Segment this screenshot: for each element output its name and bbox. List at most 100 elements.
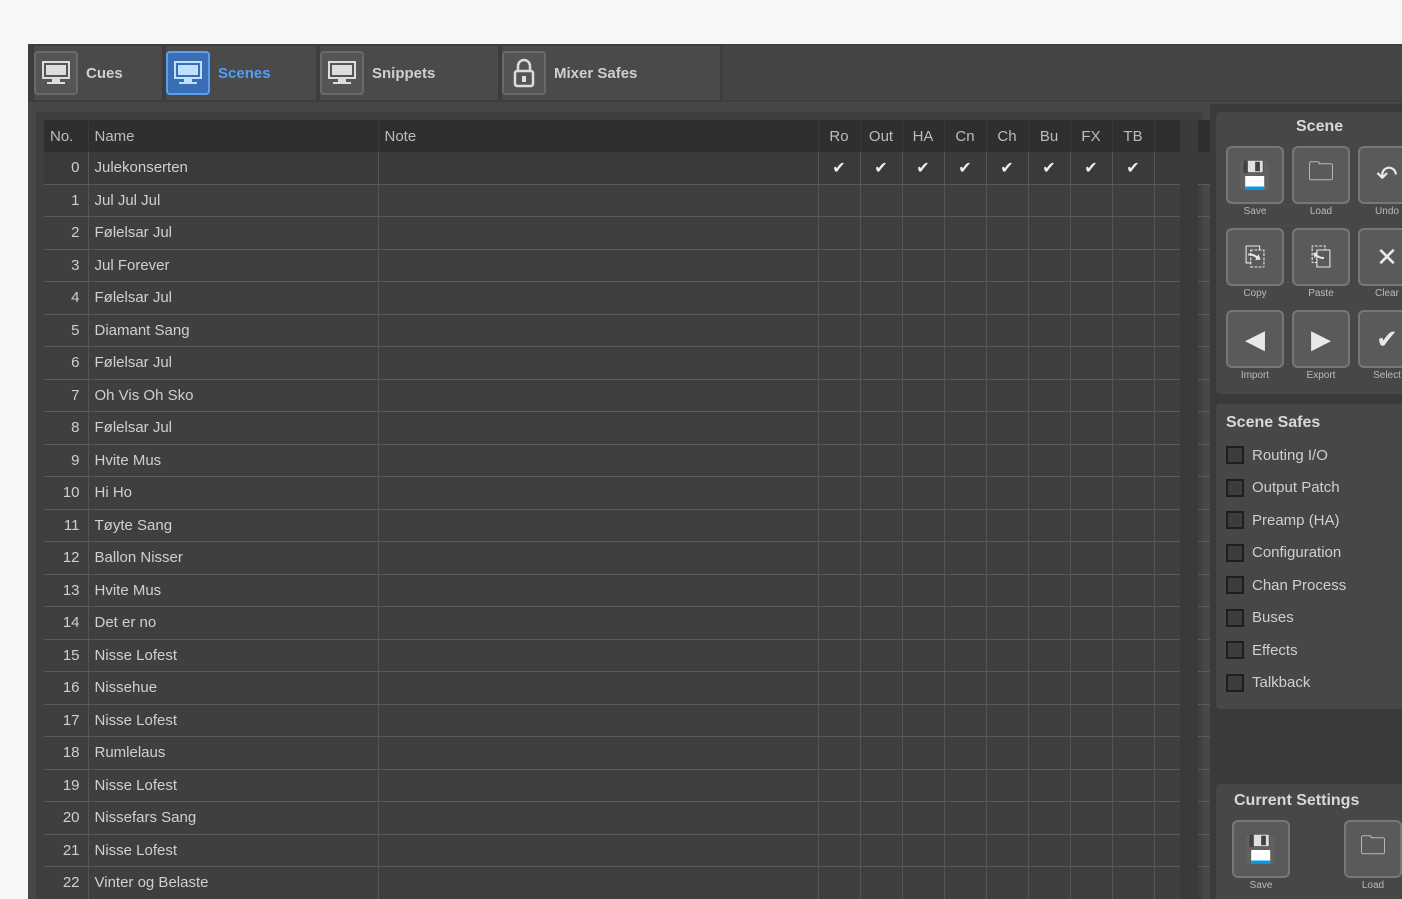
scene-note[interactable] (378, 411, 819, 445)
safe-checkbox[interactable] (1226, 608, 1244, 627)
scene-flag-cell[interactable] (860, 411, 903, 445)
scene-flag-cell[interactable] (902, 866, 945, 899)
scene-flag-cell[interactable] (818, 606, 861, 640)
scene-flag-cell[interactable] (1070, 574, 1113, 607)
scene-flag-cell[interactable] (1070, 509, 1113, 542)
scene-flag-cell[interactable] (1112, 379, 1155, 412)
scene-flag-cell[interactable] (1070, 184, 1113, 217)
scene-name[interactable]: Nissefars Sang (88, 801, 379, 835)
current-settings-save-button[interactable]: 💾 (1232, 820, 1290, 878)
scene-flag-cell[interactable] (1028, 184, 1071, 217)
scene-note[interactable] (378, 736, 819, 770)
safe-checkbox[interactable] (1226, 446, 1244, 464)
scene-flag-cell[interactable] (1070, 281, 1113, 315)
scene-flag-cell[interactable] (944, 281, 987, 315)
column-header-name[interactable]: Name (88, 120, 379, 152)
scene-flag-cell[interactable] (1070, 476, 1113, 510)
scene-flag-cell[interactable] (944, 379, 987, 412)
table-row[interactable]: 4 Følelsar Jul (44, 281, 1221, 315)
safe-checkbox[interactable] (1226, 641, 1244, 659)
scene-flag-cell[interactable] (818, 769, 861, 802)
scene-flag-cell[interactable] (1028, 606, 1071, 640)
scene-name[interactable]: Nisse Lofest (88, 834, 379, 867)
scene-flag-cell[interactable] (818, 866, 861, 899)
scene-flag-cell[interactable] (944, 541, 987, 575)
scene-flag-cell[interactable] (944, 866, 987, 899)
scene-flag-cell[interactable] (860, 639, 903, 672)
scene-flag-cell[interactable] (986, 541, 1029, 575)
scene-name[interactable]: Følelsar Jul (88, 281, 379, 315)
scene-flag-cell[interactable] (860, 606, 903, 640)
scene-flag-cell[interactable] (986, 834, 1029, 867)
save-scene-button[interactable]: 💾 (1226, 146, 1284, 204)
scene-flag-cell[interactable] (818, 379, 861, 412)
scene-flag-cell[interactable] (986, 281, 1029, 315)
scene-name[interactable]: Julekonserten (88, 152, 379, 185)
scene-safe-option[interactable]: Preamp (HA) (1226, 511, 1340, 529)
scene-flag-cell[interactable] (1028, 704, 1071, 737)
scene-flag-cell[interactable] (818, 444, 861, 477)
scene-flag-cell[interactable] (860, 509, 903, 542)
scene-flag-cell[interactable] (1070, 866, 1113, 899)
scene-flag-cell[interactable] (1112, 346, 1155, 380)
scene-note[interactable] (378, 704, 819, 737)
table-row[interactable]: 12 Ballon Nisser (44, 541, 1221, 575)
scene-flag-cell[interactable] (1028, 346, 1071, 380)
scene-flag-cell[interactable] (944, 249, 987, 282)
scene-flag-cell[interactable] (860, 314, 903, 347)
scene-flag-cell[interactable] (902, 444, 945, 477)
scene-flag-cell[interactable]: ✔ (944, 152, 987, 185)
scene-flag-cell[interactable] (902, 639, 945, 672)
scene-name[interactable]: Ballon Nisser (88, 541, 379, 575)
scene-flag-cell[interactable] (902, 671, 945, 705)
scene-note[interactable] (378, 541, 819, 575)
scene-flag-cell[interactable] (1112, 216, 1155, 250)
tab-mixer-safes[interactable]: Mixer Safes (502, 46, 720, 100)
scene-flag-cell[interactable]: ✔ (1070, 152, 1113, 185)
scene-flag-cell[interactable] (1028, 281, 1071, 315)
scene-flag-cell[interactable] (1112, 476, 1155, 510)
scene-safe-option[interactable]: Talkback (1226, 673, 1310, 692)
scene-flag-cell[interactable] (1028, 249, 1071, 282)
scene-flag-cell[interactable] (818, 639, 861, 672)
scene-flag-cell[interactable]: ✔ (1112, 152, 1155, 185)
scene-flag-cell[interactable] (986, 866, 1029, 899)
export-scene-button[interactable]: ▶ (1292, 310, 1350, 368)
scene-flag-cell[interactable] (1028, 379, 1071, 412)
scene-note[interactable] (378, 769, 819, 802)
table-row[interactable]: 15 Nisse Lofest (44, 639, 1221, 672)
scene-flag-cell[interactable] (944, 216, 987, 250)
scene-note[interactable] (378, 639, 819, 672)
scene-flag-cell[interactable] (818, 834, 861, 867)
scene-flag-cell[interactable] (860, 444, 903, 477)
scene-flag-cell[interactable] (1070, 606, 1113, 640)
scene-note[interactable] (378, 574, 819, 607)
load-scene-button[interactable]: 🗀 (1292, 146, 1350, 204)
table-row[interactable]: 20 Nissefars Sang (44, 801, 1221, 835)
scene-flag-cell[interactable] (1070, 411, 1113, 445)
table-row[interactable]: 18 Rumlelaus (44, 736, 1221, 770)
tab-scenes[interactable]: Scenes (166, 46, 316, 100)
scene-flag-cell[interactable] (1070, 769, 1113, 802)
paste-scene-button[interactable]: ⎗ (1292, 228, 1350, 286)
scene-flag-cell[interactable] (860, 834, 903, 867)
scene-name[interactable]: Jul Forever (88, 249, 379, 282)
scene-flag-cell[interactable] (944, 736, 987, 770)
scene-flag-cell[interactable] (944, 704, 987, 737)
scene-note[interactable] (378, 866, 819, 899)
scene-flag-cell[interactable] (1112, 444, 1155, 477)
table-row[interactable]: 14 Det er no (44, 606, 1221, 640)
copy-scene-button[interactable]: ⎘ (1226, 228, 1284, 286)
scene-flag-cell[interactable] (986, 671, 1029, 705)
scene-flag-cell[interactable] (944, 509, 987, 542)
scene-flag-cell[interactable] (860, 216, 903, 250)
scene-flag-cell[interactable] (1070, 314, 1113, 347)
scene-flag-cell[interactable] (986, 379, 1029, 412)
scene-flag-cell[interactable] (818, 184, 861, 217)
scene-flag-cell[interactable] (860, 184, 903, 217)
scene-note[interactable] (378, 281, 819, 315)
scene-flag-cell[interactable] (860, 281, 903, 315)
scene-flag-cell[interactable] (1112, 411, 1155, 445)
scene-flag-cell[interactable] (902, 411, 945, 445)
table-row[interactable]: 8 Følelsar Jul (44, 411, 1221, 445)
